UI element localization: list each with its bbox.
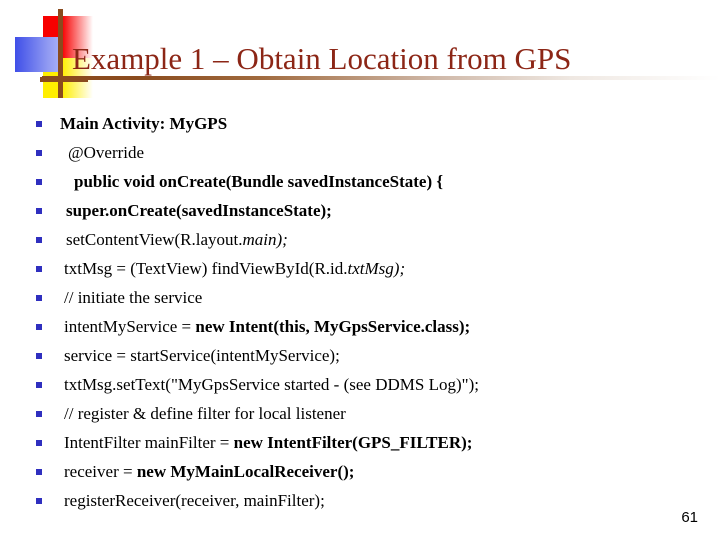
bullet-line-text: service = startService(intentMyService); bbox=[64, 341, 340, 370]
bullet-text-segment: new Intent(this, MyGpsService.class); bbox=[195, 317, 471, 336]
bullet-line: super.onCreate(savedInstanceState); bbox=[0, 196, 720, 225]
bullet-square-icon bbox=[36, 266, 42, 272]
bullet-line-text: txtMsg.setText("MyGpsService started - (… bbox=[64, 370, 479, 399]
bullet-text-segment: main); bbox=[242, 230, 288, 249]
bullet-square-icon bbox=[36, 208, 42, 214]
bullet-line: // initiate the service bbox=[0, 283, 720, 312]
bullet-line-text: receiver = new MyMainLocalReceiver(); bbox=[64, 457, 354, 486]
bullet-text-segment: new MyMainLocalReceiver(); bbox=[136, 462, 355, 481]
bullet-text-segment: super.onCreate(savedInstanceState); bbox=[66, 201, 332, 220]
bullet-line: registerReceiver(receiver, mainFilter); bbox=[0, 486, 720, 515]
bullet-line-text: // initiate the service bbox=[64, 283, 202, 312]
bullet-text-segment: txtMsg); bbox=[347, 259, 406, 278]
bullet-text-segment: IntentFilter mainFilter = bbox=[64, 433, 234, 452]
bullet-square-icon bbox=[36, 179, 42, 185]
bullet-line: @Override bbox=[0, 138, 720, 167]
bullet-square-icon bbox=[36, 324, 42, 330]
bullet-square-icon bbox=[36, 469, 42, 475]
bullet-line: // register & define filter for local li… bbox=[0, 399, 720, 428]
bullet-line: txtMsg.setText("MyGpsService started - (… bbox=[0, 370, 720, 399]
bullet-square-icon bbox=[36, 498, 42, 504]
bullet-line: IntentFilter mainFilter = new IntentFilt… bbox=[0, 428, 720, 457]
bullet-line: service = startService(intentMyService); bbox=[0, 341, 720, 370]
bullet-text-segment: intentMyService = bbox=[64, 317, 196, 336]
slide-number: 61 bbox=[681, 509, 698, 526]
bullet-square-icon bbox=[36, 237, 42, 243]
bullet-line-text: registerReceiver(receiver, mainFilter); bbox=[64, 486, 325, 515]
bullet-line-text: setContentView(R.layout.main); bbox=[66, 225, 288, 254]
bullet-line-text: txtMsg = (TextView) findViewById(R.id.tx… bbox=[64, 254, 405, 283]
slide-title: Example 1 – Obtain Location from GPS bbox=[72, 41, 572, 76]
bullet-line: Main Activity: MyGPS bbox=[0, 109, 720, 138]
bullet-square-icon bbox=[36, 411, 42, 417]
bullet-text-segment: txtMsg.setText("MyGpsService started - (… bbox=[64, 375, 479, 394]
bullet-line: intentMyService = new Intent(this, MyGps… bbox=[0, 312, 720, 341]
bullet-text-segment: service = startService(intentMyService); bbox=[64, 346, 340, 365]
bullet-text-segment: new IntentFilter(GPS_FILTER); bbox=[233, 433, 473, 452]
bullet-text-segment: public void onCreate(Bundle savedInstanc… bbox=[74, 172, 444, 191]
bullet-square-icon bbox=[36, 353, 42, 359]
bullet-line: receiver = new MyMainLocalReceiver(); bbox=[0, 457, 720, 486]
bullet-line: public void onCreate(Bundle savedInstanc… bbox=[0, 167, 720, 196]
bullet-line-text: @Override bbox=[68, 138, 144, 167]
bullet-line-text: intentMyService = new Intent(this, MyGps… bbox=[64, 312, 470, 341]
title-underline-rule bbox=[42, 76, 720, 80]
bullet-line-text: IntentFilter mainFilter = new IntentFilt… bbox=[64, 428, 472, 457]
bullet-text-segment: // initiate the service bbox=[64, 288, 203, 307]
bullet-line: setContentView(R.layout.main); bbox=[0, 225, 720, 254]
bullet-text-segment: @Override bbox=[68, 143, 145, 162]
bullet-text-segment: txtMsg = (TextView) findViewById(R.id. bbox=[64, 259, 348, 278]
bullet-square-icon bbox=[36, 382, 42, 388]
bullet-square-icon bbox=[36, 295, 42, 301]
slide-body-bullet-list: Main Activity: MyGPS @Override public void… bbox=[0, 109, 720, 515]
bullet-line-text: // register & define filter for local li… bbox=[64, 399, 346, 428]
bullet-text-segment: // register & define filter for local li… bbox=[64, 404, 346, 423]
logo-blue-rectangle bbox=[15, 37, 61, 72]
bullet-square-icon bbox=[36, 150, 42, 156]
bullet-square-icon bbox=[36, 121, 42, 127]
bullet-text-segment: receiver = bbox=[64, 462, 137, 481]
bullet-text-segment: registerReceiver(receiver, mainFilter); bbox=[64, 491, 325, 510]
logo-vertical-bar bbox=[58, 9, 63, 98]
bullet-line-text: super.onCreate(savedInstanceState); bbox=[66, 196, 332, 225]
bullet-line-text: Main Activity: MyGPS bbox=[60, 109, 227, 138]
bullet-line: txtMsg = (TextView) findViewById(R.id.tx… bbox=[0, 254, 720, 283]
bullet-text-segment: setContentView(R.layout. bbox=[66, 230, 243, 249]
bullet-square-icon bbox=[36, 440, 42, 446]
bullet-line-text: public void onCreate(Bundle savedInstanc… bbox=[74, 167, 443, 196]
bullet-text-segment: Main Activity: MyGPS bbox=[60, 114, 228, 133]
